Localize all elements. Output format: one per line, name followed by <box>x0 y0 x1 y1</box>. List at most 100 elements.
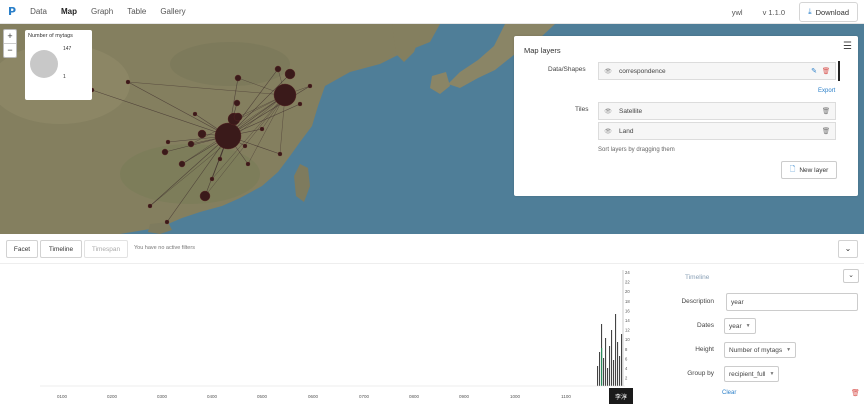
map-node[interactable] <box>209 176 215 182</box>
facet-button[interactable]: Facet <box>6 240 38 258</box>
filter-status-text: You have no active filters <box>134 245 195 251</box>
y-tick-label: 20 <box>625 289 630 294</box>
timeline-bars <box>40 314 625 387</box>
timeline-bar <box>601 348 603 386</box>
map-node[interactable] <box>161 148 169 156</box>
user-name[interactable]: ywl <box>732 8 743 17</box>
trash-icon[interactable]: 🗑 <box>820 107 832 115</box>
layers-panel-title: Map layers <box>524 46 561 55</box>
nav-table[interactable]: Table <box>127 7 146 16</box>
timeline-button[interactable]: Timeline <box>40 240 82 258</box>
y-tick-label: 4 <box>625 366 628 371</box>
map-view[interactable]: + − Number of mytags 147 1 Map layers ☰ … <box>0 24 864 234</box>
map-node[interactable] <box>187 140 195 148</box>
caret-down-icon: ▼ <box>786 347 792 353</box>
map-node[interactable] <box>273 83 297 107</box>
map-node[interactable] <box>233 99 241 107</box>
nav-graph[interactable]: Graph <box>91 7 113 16</box>
layer-row-land[interactable]: 👁 Land 🗑 <box>598 122 836 140</box>
timeline-panel-title: Timeline <box>685 274 710 281</box>
map-node[interactable] <box>234 74 242 82</box>
dates-select[interactable]: year ▼ <box>724 318 756 334</box>
timeline-bar <box>597 366 599 386</box>
zoom-in-button[interactable]: + <box>4 30 16 43</box>
y-tick-label: 24 <box>625 270 630 275</box>
map-node[interactable] <box>192 111 198 117</box>
height-label: Height <box>695 346 714 353</box>
legend-title: Number of mytags <box>28 33 73 39</box>
timespan-button[interactable]: Timespan <box>84 240 128 258</box>
app-logo[interactable]: P <box>8 5 16 18</box>
map-node[interactable] <box>233 112 243 122</box>
layer-name: Land <box>619 127 634 135</box>
x-tick-label: 0400 <box>207 394 218 399</box>
timeline-bar <box>615 314 617 386</box>
eye-icon[interactable]: 👁 <box>601 128 615 135</box>
description-label: Description <box>681 298 714 305</box>
y-tick-label: 12 <box>625 328 630 333</box>
new-layer-label: New layer <box>799 166 829 174</box>
x-tick-label: 0900 <box>459 394 470 399</box>
nav-map[interactable]: Map <box>61 7 77 16</box>
timeline-bar <box>613 360 615 386</box>
timeline-bar <box>617 342 619 386</box>
groupby-select[interactable]: recipient_full ▼ <box>724 366 780 382</box>
map-node[interactable] <box>242 143 248 149</box>
map-node[interactable] <box>259 126 265 132</box>
chevron-down-icon[interactable]: ⌄ <box>838 240 858 258</box>
pencil-icon[interactable]: ✎ <box>808 67 820 75</box>
download-button[interactable]: ⤓ Download <box>799 2 858 22</box>
clear-link[interactable]: Clear <box>722 390 736 396</box>
map-node[interactable] <box>277 151 283 157</box>
hamburger-menu-icon[interactable]: ☰ <box>843 41 852 52</box>
x-tick-label: 1000 <box>510 394 521 399</box>
filter-bar: Facet Timeline Timespan You have no acti… <box>0 234 864 264</box>
map-node[interactable] <box>307 83 313 89</box>
timeline-bar <box>607 368 609 386</box>
version-label: v 1.1.0 <box>762 7 786 17</box>
map-node[interactable] <box>178 160 186 168</box>
nav-gallery[interactable]: Gallery <box>160 7 185 16</box>
y-tick-label: 2 <box>625 376 628 381</box>
nav-right: ywl v 1.1.0 ⤓ Download <box>732 2 858 22</box>
trash-icon[interactable]: 🗑 <box>820 127 832 135</box>
map-node[interactable] <box>164 219 170 225</box>
map-node[interactable] <box>165 139 171 145</box>
eye-icon[interactable]: 👁 <box>601 108 615 115</box>
timeline-tooltip: 李淳 <box>609 388 633 404</box>
y-tick-label: 18 <box>625 299 630 304</box>
timeline-x-ticks: 0100 0200 0300 0400 0500 0600 0700 0800 0900 1000… <box>57 394 571 399</box>
y-tick-label: 8 <box>625 347 628 352</box>
y-tick-label: 22 <box>625 280 630 285</box>
map-node[interactable] <box>214 122 242 150</box>
export-link[interactable]: Export <box>818 88 835 94</box>
map-node[interactable] <box>199 190 211 202</box>
trash-icon[interactable]: 🗑 <box>820 67 832 75</box>
x-tick-label: 0100 <box>57 394 68 399</box>
layer-row-correspondence[interactable]: 👁 correspondence ✎ 🗑 <box>598 61 840 81</box>
map-node[interactable] <box>284 68 296 80</box>
layer-row-satellite[interactable]: 👁 Satellite 🗑 <box>598 102 836 120</box>
height-select[interactable]: Number of mytags ▼ <box>724 342 797 358</box>
eye-icon[interactable]: 👁 <box>601 68 615 75</box>
map-node[interactable] <box>245 161 251 167</box>
map-node[interactable] <box>297 101 303 107</box>
map-node[interactable] <box>125 79 131 85</box>
timeline-bar <box>603 358 605 386</box>
map-node[interactable] <box>147 203 153 209</box>
map-node[interactable] <box>217 156 223 162</box>
description-input[interactable] <box>726 293 858 311</box>
chevron-down-icon[interactable]: ⌄ <box>843 269 859 283</box>
timeline-plot[interactable]: 0100 0200 0300 0400 0500 0600 0700 0800 0900 1000… <box>0 264 664 414</box>
nav-data[interactable]: Data <box>30 7 47 16</box>
trash-icon[interactable]: 🗑 <box>851 389 860 397</box>
drag-handle[interactable] <box>838 61 840 81</box>
app-root: P Data Map Graph Table Gallery ywl v 1.1… <box>0 0 864 414</box>
zoom-out-button[interactable]: − <box>4 43 16 57</box>
tooltip-label: 李淳 <box>615 393 627 401</box>
new-layer-button[interactable]: 🗋 New layer <box>781 161 837 179</box>
map-node[interactable] <box>197 129 207 139</box>
map-node[interactable] <box>274 65 282 73</box>
timeline-section: 0100 0200 0300 0400 0500 0600 0700 0800 0900 1000… <box>0 264 864 414</box>
dates-label: Dates <box>697 322 714 329</box>
